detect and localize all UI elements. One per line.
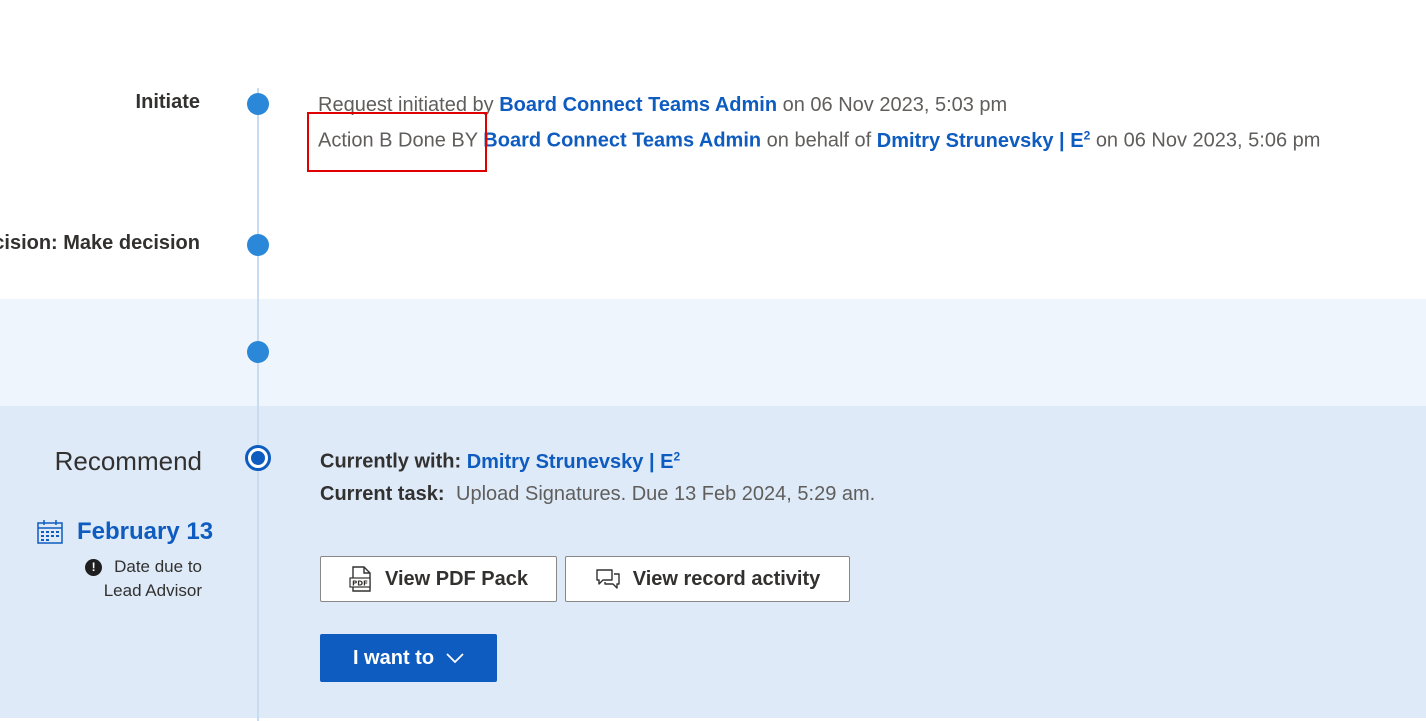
currently-with-label: Currently with: xyxy=(320,450,462,473)
i-want-to-button[interactable]: I want to xyxy=(320,634,497,682)
view-pdf-pack-label: View PDF Pack xyxy=(384,567,529,590)
due-note-line1: Date due to xyxy=(114,557,202,576)
initiated-time: on 06 Nov 2023, 5:03 pm xyxy=(782,94,1008,116)
action-actor-link[interactable]: Board Connect Teams Admin xyxy=(483,130,761,152)
calendar-icon xyxy=(37,520,63,544)
on-behalf-sup: 2 xyxy=(1083,128,1091,142)
on-behalf-link[interactable]: Dmitry Strunevsky | E2 xyxy=(876,128,1091,152)
svg-text:PDF: PDF xyxy=(352,580,368,588)
initiator-link[interactable]: Board Connect Teams Admin xyxy=(499,94,777,116)
i-want-to-label: I want to xyxy=(352,646,435,669)
stage-label-initiate: Initiate xyxy=(135,91,200,113)
highlight-box xyxy=(307,112,487,172)
currently-with-link[interactable]: Dmitry Strunevsky | E2 xyxy=(466,449,681,473)
due-date-text: February 13 xyxy=(77,518,214,545)
timeline-line xyxy=(257,88,259,721)
stage-label-decision: cision: Make decision xyxy=(0,232,200,254)
action-time: on 06 Nov 2023, 5:06 pm xyxy=(1095,129,1321,152)
currently-with-sup: 2 xyxy=(673,449,681,463)
current-task-value: Upload Signatures. Due 13 Feb 2024, 5:29… xyxy=(456,483,876,505)
current-task-line: Current task: Upload Signatures. Due 13 … xyxy=(320,483,875,506)
stage-band-light xyxy=(0,299,1426,406)
view-pdf-pack-button[interactable]: PDF View PDF Pack xyxy=(320,556,557,602)
stage-label-recommend: Recommend xyxy=(54,446,202,476)
chevron-down-icon xyxy=(446,653,464,664)
timeline-dot-stage-3 xyxy=(247,341,269,363)
currently-with-name: Dmitry Strunevsky | E xyxy=(466,450,674,473)
currently-with-line: Currently with: Dmitry Strunevsky | E2 xyxy=(320,449,680,474)
due-note: ! Date due to Lead Advisor xyxy=(85,555,202,603)
exclamation-circle-icon: ! xyxy=(85,558,103,576)
timeline-dot-current xyxy=(245,445,271,471)
timeline-dot-initiate xyxy=(247,93,269,115)
timeline-dot-decision xyxy=(247,234,269,256)
current-task-label: Current task: xyxy=(320,483,445,505)
chat-bubbles-icon xyxy=(596,569,620,589)
pdf-file-icon: PDF xyxy=(349,566,371,592)
due-date: February 13 xyxy=(37,518,213,546)
on-behalf-text: on behalf of xyxy=(766,129,872,152)
on-behalf-name: Dmitry Strunevsky | E xyxy=(876,129,1084,152)
view-record-activity-label: View record activity xyxy=(632,567,821,590)
due-note-line2: Lead Advisor xyxy=(103,581,202,600)
view-record-activity-button[interactable]: View record activity xyxy=(565,556,850,602)
